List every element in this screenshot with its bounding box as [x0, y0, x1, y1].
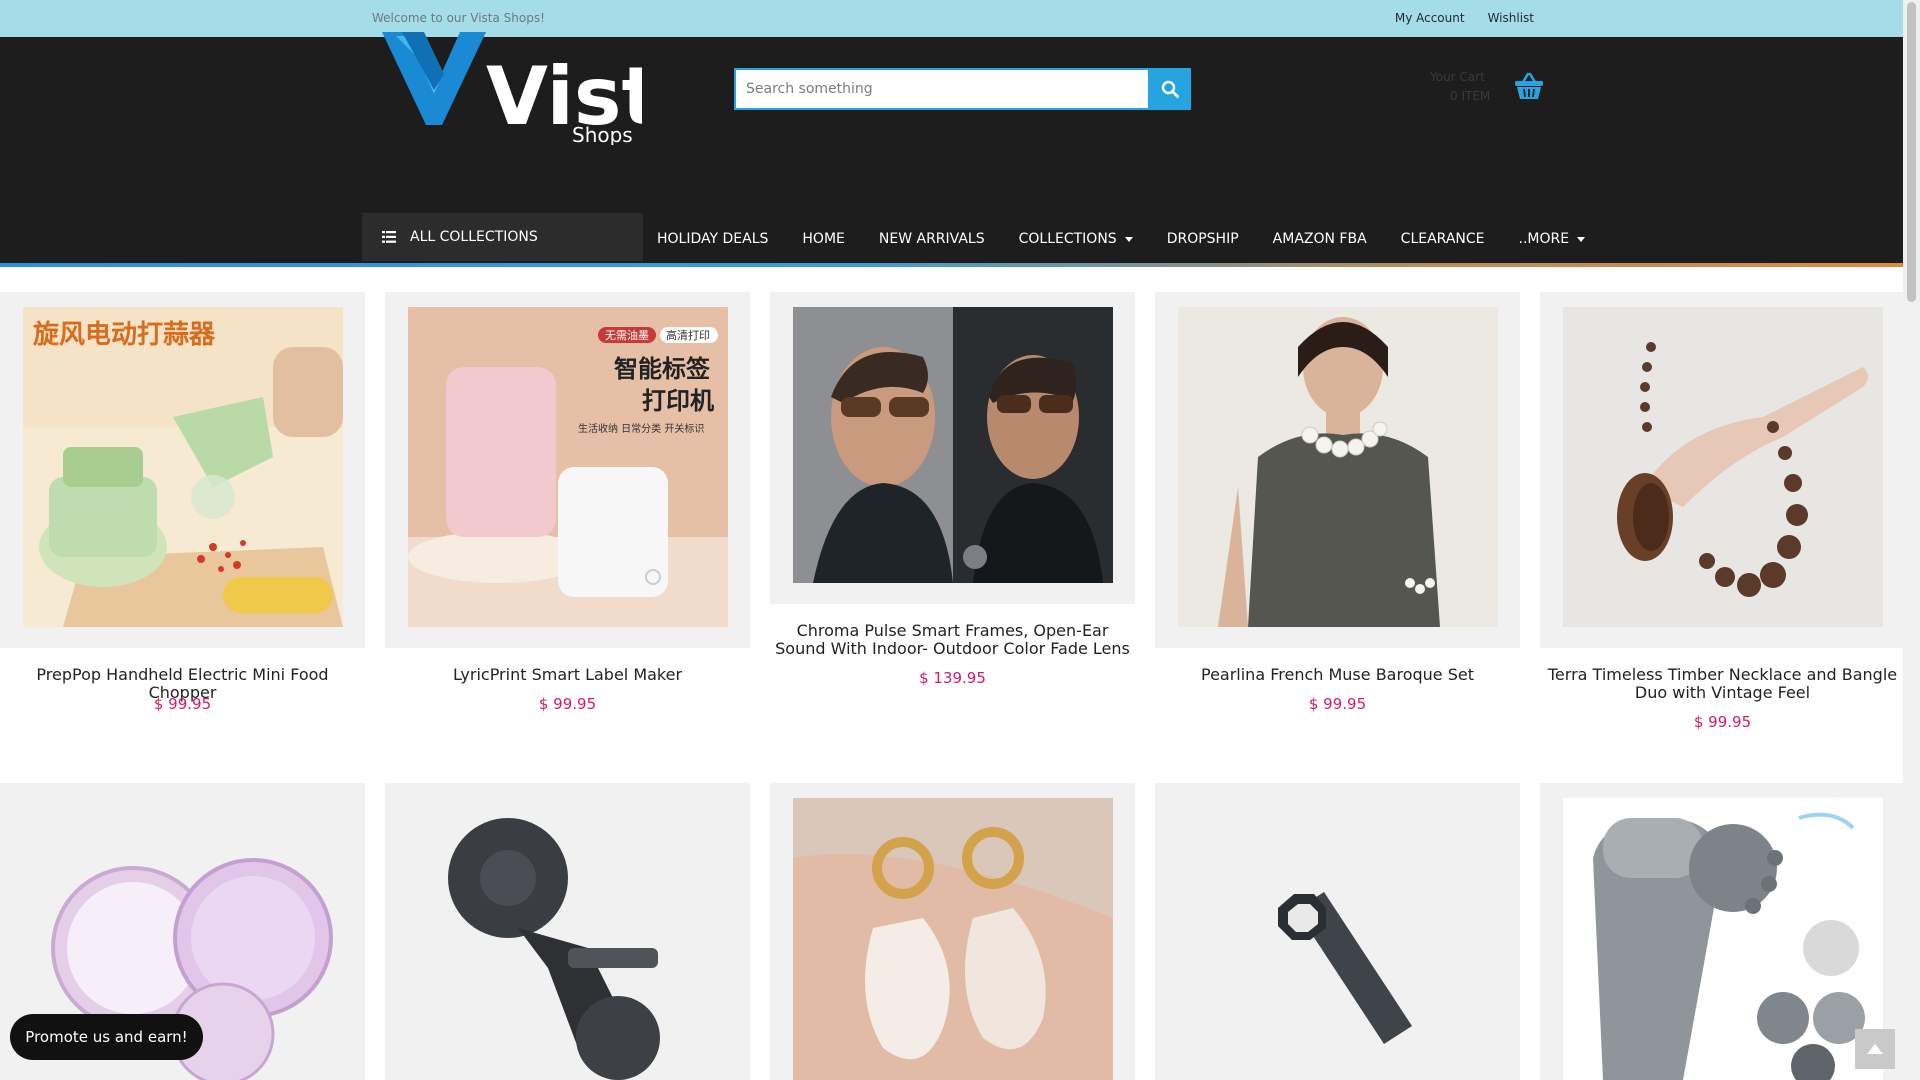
- cart[interactable]: Your Cart 0 ITEM: [1430, 70, 1550, 114]
- top-links: My Account Wishlist: [1395, 11, 1534, 25]
- basket-icon[interactable]: [1514, 72, 1544, 100]
- vista-shops-logo[interactable]: Vista Shops: [382, 30, 642, 145]
- product-name[interactable]: LyricPrint Smart Label Maker: [385, 666, 750, 684]
- search-icon: [1161, 80, 1179, 98]
- scrollbar[interactable]: [1903, 0, 1920, 1080]
- chopper-image-title: 旋风电动打蒜器: [33, 320, 216, 350]
- product-price: $ 99.95: [153, 695, 212, 713]
- all-collections-button[interactable]: ALL COLLECTIONS: [362, 213, 643, 261]
- caret-down-icon: [1577, 236, 1586, 242]
- caret-down-icon: [1124, 236, 1133, 242]
- label-image-title-2: 打印机: [642, 387, 714, 415]
- promote-button[interactable]: Promote us and earn!: [10, 1014, 203, 1060]
- product-image-pearl-set[interactable]: [1178, 307, 1498, 627]
- nav-holiday-deals[interactable]: HOLIDAY DEALS: [657, 231, 768, 247]
- nav-dropship[interactable]: DROPSHIP: [1167, 231, 1239, 247]
- search-button[interactable]: [1149, 68, 1191, 110]
- product-image-chopper[interactable]: 旋风电动打蒜器: [23, 307, 343, 627]
- main-nav: HOLIDAY DEALS HOME NEW ARRIVALS COLLECTI…: [657, 231, 1619, 247]
- product-price: $ 99.95: [538, 695, 597, 713]
- nav-label: HOLIDAY DEALS: [657, 231, 769, 247]
- nav-clearance[interactable]: CLEARANCE: [1401, 231, 1485, 247]
- nav-home[interactable]: HOME: [802, 231, 844, 247]
- nav-label: CLEARANCE: [1400, 231, 1485, 247]
- nav-label: COLLECTIONS: [1018, 231, 1117, 247]
- header-accent-line: [0, 263, 1903, 267]
- nav-label: DROPSHIP: [1166, 231, 1239, 247]
- list-icon: [382, 231, 396, 243]
- nav-label: ..MORE: [1518, 231, 1570, 247]
- search-bar: [734, 68, 1191, 110]
- product-image-spin-scrubber[interactable]: [1563, 798, 1883, 1080]
- back-to-top-button[interactable]: [1855, 1029, 1895, 1069]
- nav-label: NEW ARRIVALS: [878, 231, 985, 247]
- welcome-text: Welcome to our Vista Shops!: [372, 11, 545, 25]
- product-image-pearl-earrings[interactable]: [793, 798, 1113, 1080]
- nav-new-arrivals[interactable]: NEW ARRIVALS: [879, 231, 985, 247]
- product-image-tag-opener[interactable]: [1178, 798, 1498, 1080]
- product-name[interactable]: Terra Timeless Timber Necklace and Bangl…: [1540, 666, 1905, 702]
- all-collections-label: ALL COLLECTIONS: [410, 229, 538, 245]
- product-image-label-maker[interactable]: 无需油墨 高清打印 智能标签 打印机 生活收纳 日常分类 开关标识: [408, 307, 728, 627]
- nav-collections[interactable]: COLLECTIONS: [1019, 231, 1133, 247]
- search-input[interactable]: [734, 68, 1150, 110]
- nav-amazon-fba[interactable]: AMAZON FBA: [1273, 231, 1367, 247]
- product-price: $ 139.95: [919, 669, 986, 687]
- chevron-up-icon: [1867, 1044, 1883, 1054]
- label-image-title-1: 智能标签: [614, 355, 711, 383]
- product-image-smart-frames[interactable]: [793, 307, 1113, 583]
- page: Welcome to our Vista Shops! My Account W…: [0, 0, 1920, 1080]
- nav-more[interactable]: ..MORE: [1519, 231, 1586, 247]
- product-name[interactable]: Pearlina French Muse Baroque Set: [1155, 666, 1520, 684]
- product-image-timber-necklace[interactable]: [1563, 307, 1883, 627]
- cart-count: 0 ITEM: [1450, 89, 1491, 103]
- nav-label: AMAZON FBA: [1272, 231, 1367, 247]
- nav-label: HOME: [802, 231, 845, 247]
- label-image-tag-1: 无需油墨: [605, 328, 649, 342]
- wishlist-link[interactable]: Wishlist: [1488, 11, 1534, 25]
- product-name[interactable]: Chroma Pulse Smart Frames, Open-Ear Soun…: [770, 622, 1135, 658]
- my-account-link[interactable]: My Account: [1395, 11, 1465, 25]
- product-image-phone-mount[interactable]: [408, 798, 728, 1080]
- cart-label: Your Cart: [1430, 70, 1485, 84]
- product-price: $ 99.95: [1308, 695, 1367, 713]
- scrollbar-thumb[interactable]: [1907, 2, 1916, 302]
- top-bar: Welcome to our Vista Shops! My Account W…: [0, 0, 1903, 37]
- product-price: $ 99.95: [1693, 713, 1752, 731]
- label-image-subtitle: 生活收纳 日常分类 开关标识: [578, 422, 704, 435]
- label-image-tag-2: 高清打印: [666, 328, 710, 342]
- logo-subtitle: Shops: [572, 123, 633, 145]
